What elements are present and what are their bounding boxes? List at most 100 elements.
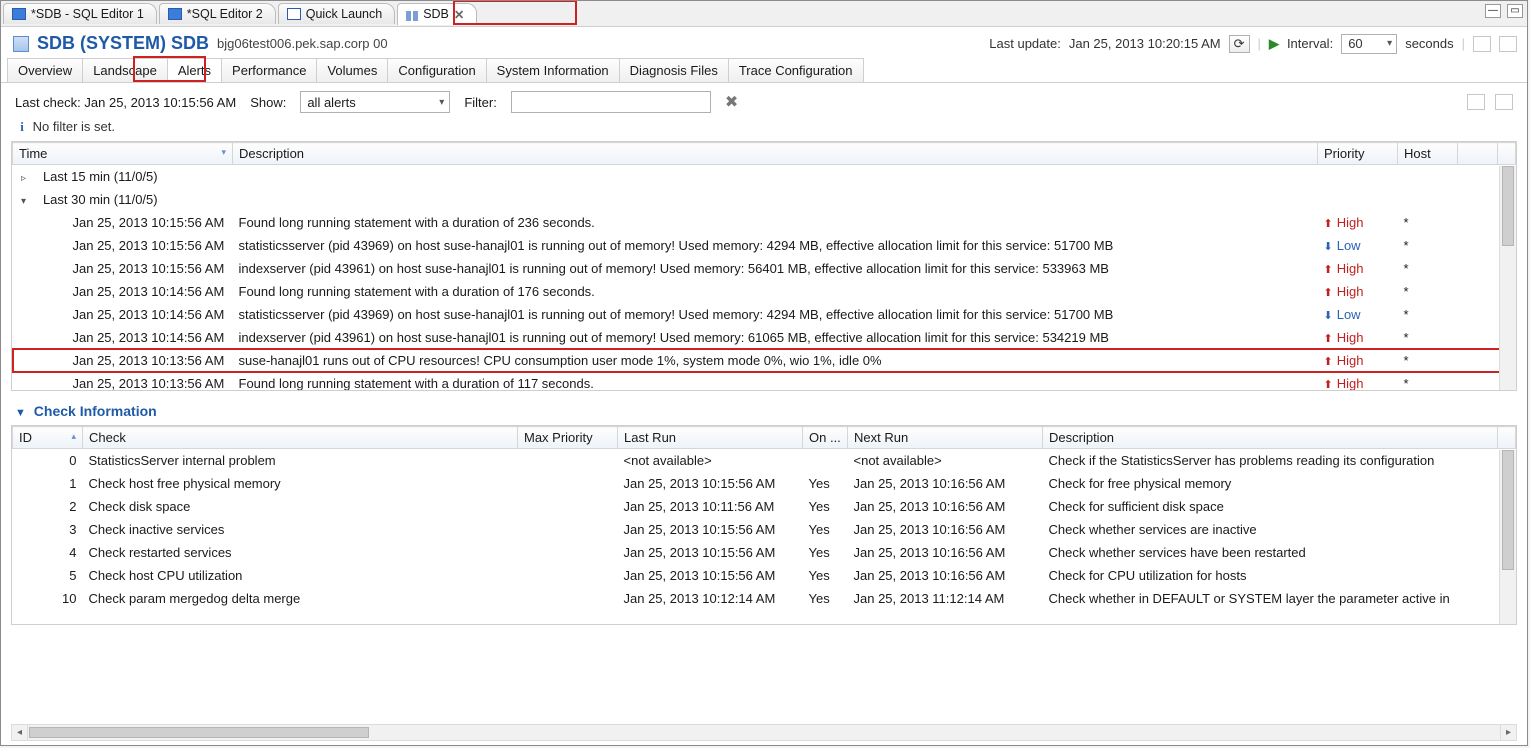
settings-icon[interactable] (1467, 94, 1485, 110)
check-row[interactable]: 1Check host free physical memoryJan 25, … (13, 472, 1516, 495)
alert-row[interactable]: Jan 25, 2013 10:15:56 AMFound long runni… (13, 211, 1516, 234)
check-id: 0 (13, 449, 83, 472)
check-row[interactable]: 4Check restarted servicesJan 25, 2013 10… (13, 541, 1516, 564)
horizontal-scrollbar[interactable]: ◂ ▸ (11, 724, 1517, 741)
check-name: Check host free physical memory (83, 472, 518, 495)
check-id: 4 (13, 541, 83, 564)
check-max (518, 518, 618, 541)
alert-description: indexserver (pid 43961) on host suse-han… (233, 257, 1318, 280)
col-on[interactable]: On ... (803, 427, 848, 449)
interval-select[interactable]: 60 (1341, 34, 1397, 54)
alert-time: Jan 25, 2013 10:13:56 AM (13, 372, 233, 392)
alert-time: Jan 25, 2013 10:14:56 AM (13, 303, 233, 326)
editor-tabs: *SDB - SQL Editor 1 *SQL Editor 2 Quick … (1, 1, 1527, 27)
check-on: Yes (803, 564, 848, 587)
check-row[interactable]: 0StatisticsServer internal problem<not a… (13, 449, 1516, 472)
tab-volumes[interactable]: Volumes (316, 58, 388, 82)
interval-unit: seconds (1405, 36, 1453, 51)
editor-tab-quick-launch[interactable]: Quick Launch (278, 3, 395, 24)
alert-description: Found long running statement with a dura… (233, 280, 1318, 303)
scroll-right-icon[interactable]: ▸ (1500, 725, 1516, 740)
col-check[interactable]: Check (83, 427, 518, 449)
col-last-run[interactable]: Last Run (618, 427, 803, 449)
alert-description: statisticsserver (pid 43969) on host sus… (233, 303, 1318, 326)
check-description: Check if the StatisticsServer has proble… (1043, 449, 1498, 472)
scroll-thumb[interactable] (29, 727, 369, 738)
checks-vscroll[interactable] (1499, 450, 1516, 624)
alerts-vscroll[interactable] (1499, 166, 1516, 390)
alert-priority: High (1318, 326, 1398, 349)
col-next-run[interactable]: Next Run (848, 427, 1043, 449)
alert-row[interactable]: Jan 25, 2013 10:14:56 AMstatisticsserver… (13, 303, 1516, 326)
check-max (518, 472, 618, 495)
filter-input[interactable] (511, 91, 711, 113)
sql-icon (168, 8, 182, 20)
copy-icon[interactable] (1473, 36, 1491, 52)
check-name: Check inactive services (83, 518, 518, 541)
minimize-button[interactable]: — (1485, 4, 1501, 18)
options-icon[interactable] (1495, 94, 1513, 110)
tab-configuration[interactable]: Configuration (387, 58, 486, 82)
refresh-button[interactable]: ⟳ (1229, 35, 1250, 53)
check-row[interactable]: 5Check host CPU utilizationJan 25, 2013 … (13, 564, 1516, 587)
check-row[interactable]: 10Check param mergedog delta mergeJan 25… (13, 587, 1516, 610)
alert-host: * (1398, 280, 1458, 303)
alert-row[interactable]: Jan 25, 2013 10:14:56 AMindexserver (pid… (13, 326, 1516, 349)
last-check-label: Last check: (15, 95, 81, 110)
window-controls: — ▭ (1485, 4, 1523, 18)
tab-trace-configuration[interactable]: Trace Configuration (728, 58, 864, 82)
check-on: Yes (803, 518, 848, 541)
alert-host: * (1398, 326, 1458, 349)
alert-group-row[interactable]: ▹ Last 15 min (11/0/5) (13, 165, 1516, 188)
check-row[interactable]: 2Check disk spaceJan 25, 2013 10:11:56 A… (13, 495, 1516, 518)
check-info-title: Check Information (34, 403, 157, 419)
col-description[interactable]: Description (233, 143, 1318, 165)
editor-tab-sdb[interactable]: SDB ✕ (397, 3, 477, 25)
alert-row[interactable]: Jan 25, 2013 10:14:56 AMFound long runni… (13, 280, 1516, 303)
col-priority[interactable]: Priority (1318, 143, 1398, 165)
play-icon[interactable]: ▶ (1269, 36, 1279, 52)
alert-row[interactable]: Jan 25, 2013 10:13:56 AMsuse-hanajl01 ru… (13, 349, 1516, 372)
checks-table: ID ▴ Check Max Priority Last Run On ... … (12, 426, 1516, 610)
tab-performance[interactable]: Performance (221, 58, 317, 82)
alert-row[interactable]: Jan 25, 2013 10:15:56 AMindexserver (pid… (13, 257, 1516, 280)
scroll-left-icon[interactable]: ◂ (12, 725, 28, 740)
tab-alerts[interactable]: Alerts (167, 58, 222, 82)
alert-row[interactable]: Jan 25, 2013 10:15:56 AMstatisticsserver… (13, 234, 1516, 257)
editor-tab-label: *SDB - SQL Editor 1 (31, 7, 144, 21)
alert-host: * (1398, 372, 1458, 392)
col-id[interactable]: ID ▴ (13, 427, 83, 449)
app-frame: *SDB - SQL Editor 1 *SQL Editor 2 Quick … (0, 0, 1528, 746)
col-spacer (1458, 143, 1498, 165)
separator: | (1258, 36, 1261, 51)
col-check-desc[interactable]: Description (1043, 427, 1498, 449)
check-row[interactable]: 3Check inactive servicesJan 25, 2013 10:… (13, 518, 1516, 541)
scroll-thumb[interactable] (1502, 166, 1514, 246)
col-time[interactable]: Time ▾ (13, 143, 233, 165)
check-id: 10 (13, 587, 83, 610)
check-max (518, 587, 618, 610)
close-icon[interactable]: ✕ (454, 7, 464, 22)
info-icon: i (15, 119, 29, 135)
show-select[interactable]: all alerts (300, 91, 450, 113)
tab-landscape[interactable]: Landscape (82, 58, 168, 82)
alert-priority: High (1318, 349, 1398, 372)
editor-tab-sdb-sql-1[interactable]: *SDB - SQL Editor 1 (3, 3, 157, 24)
tab-overview[interactable]: Overview (7, 58, 83, 82)
show-label: Show: (250, 95, 286, 110)
clear-filter-icon[interactable]: ✖ (725, 92, 738, 112)
sort-asc-icon: ▴ (71, 431, 76, 442)
alert-row[interactable]: Jan 25, 2013 10:13:56 AMFound long runni… (13, 372, 1516, 392)
tab-diagnosis-files[interactable]: Diagnosis Files (619, 58, 729, 82)
alert-group-row[interactable]: ▾ Last 30 min (11/0/5) (13, 188, 1516, 211)
export-icon[interactable] (1499, 36, 1517, 52)
col-max-priority[interactable]: Max Priority (518, 427, 618, 449)
check-info-header[interactable]: ▼ Check Information (1, 391, 1527, 425)
editor-tab-sql-2[interactable]: *SQL Editor 2 (159, 3, 276, 24)
maximize-button[interactable]: ▭ (1507, 4, 1523, 18)
col-host[interactable]: Host (1398, 143, 1458, 165)
tab-system-information[interactable]: System Information (486, 58, 620, 82)
scroll-thumb[interactable] (1502, 450, 1514, 570)
check-on: Yes (803, 587, 848, 610)
alerts-table: Time ▾ Description Priority Host ▹ Last … (12, 142, 1516, 391)
